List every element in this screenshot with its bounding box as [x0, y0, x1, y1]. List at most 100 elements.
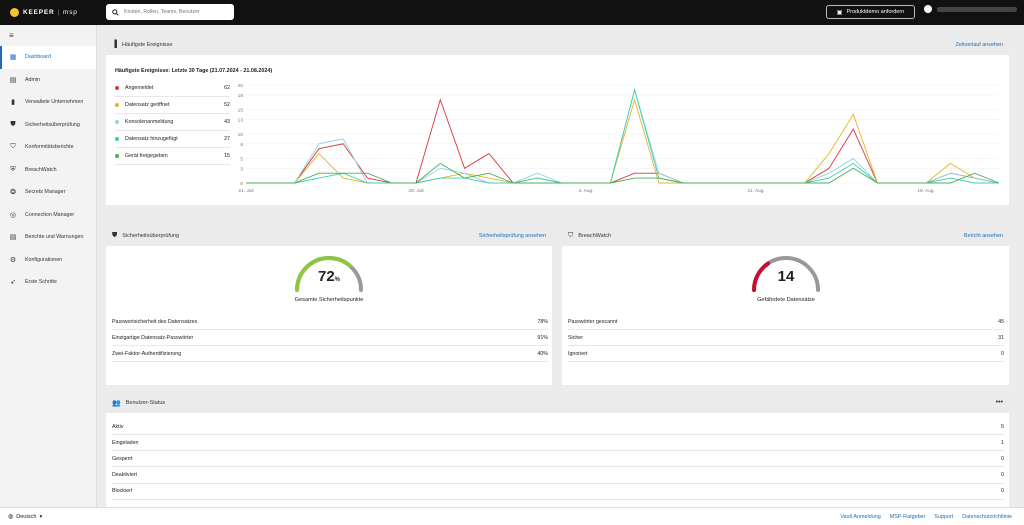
- x-tick-label: 11. Aug.: [747, 188, 764, 194]
- security-score-number: 72: [317, 268, 335, 285]
- sidebar-item-5[interactable]: ⛨ BreachWatch: [0, 159, 96, 182]
- sidebar-item-0[interactable]: ▦ Dashboard: [0, 46, 96, 69]
- keeper-logo-icon: [10, 8, 19, 17]
- stat-value: 0: [1001, 488, 1004, 495]
- user-menu[interactable]: [924, 5, 1017, 13]
- dashboard-icon: ▦: [9, 54, 17, 62]
- user-status-title: Benutzer-Status: [125, 399, 166, 406]
- sidebar-item-3[interactable]: ⛊ Sicherheitsüberprüfung: [0, 114, 96, 137]
- stat-label: Passwortsicherheit des Datensatzes: [112, 318, 198, 325]
- more-options-icon[interactable]: •••: [996, 399, 1003, 406]
- security-audit-card: ⛊ Sicherheitsüberprüfung Sicherheitsprüf…: [106, 225, 552, 385]
- sidebar-item-label: Secrets Manager: [25, 189, 66, 196]
- breachwatch-title: BreachWatch: [578, 232, 612, 239]
- sidebar-item-label: Admin: [25, 76, 41, 83]
- language-selector[interactable]: ◍ Deutsch ▾: [8, 513, 43, 521]
- stat-row: Einzigartige Datensatz-Passwörter 91%: [112, 330, 548, 347]
- stat-value: 31: [998, 334, 1004, 341]
- stat-value: 91%: [537, 334, 548, 341]
- brand-sub: msp: [63, 9, 78, 16]
- stat-row: Zwei-Faktor-Authentifizierung 40%: [112, 346, 548, 363]
- breachwatch-icon: ⛨: [10, 165, 16, 173]
- breachwatch-icon: ⛉: [568, 231, 574, 239]
- x-tick-label: 21. Juli: [238, 188, 253, 194]
- security-audit-header: ⛊ Sicherheitsüberprüfung Sicherheitsprüf…: [106, 225, 552, 246]
- users-icon: 👥: [112, 399, 121, 407]
- stat-value: 78%: [537, 318, 548, 325]
- request-demo-button[interactable]: ▣ Produktdemo anfordern: [826, 5, 915, 19]
- stat-label: Einzigartige Datensatz-Passwörter: [112, 334, 194, 341]
- security-score-unit: %: [334, 277, 341, 283]
- keeper-logo[interactable]: KEEPER | msp: [10, 8, 78, 17]
- sidebar-item-label: Verwaltete Unternehmen: [25, 99, 84, 106]
- stat-label: Deaktiviert: [112, 472, 138, 479]
- shield-icon: ⛊: [10, 120, 16, 128]
- user-email-redacted: [937, 6, 1017, 12]
- sidebar-item-6[interactable]: ❂ Secrets Manager: [0, 181, 96, 204]
- sidebar-item-label: BreachWatch: [25, 166, 57, 173]
- stat-value: 5: [1001, 423, 1004, 430]
- y-tick-label: 20: [238, 83, 244, 89]
- sidebar-item-9[interactable]: ⚙ Konfigurationen: [0, 249, 96, 272]
- stat-row: Sicher 31: [568, 330, 1004, 347]
- request-demo-label: Produktdemo anfordern: [846, 9, 905, 15]
- y-tick-label: 10: [238, 132, 244, 138]
- stat-value: 0: [1001, 350, 1004, 357]
- x-tick-label: 18. Aug.: [917, 188, 935, 194]
- secrets-icon: ❂: [10, 189, 16, 197]
- view-security-audit-link[interactable]: Sicherheitsprüfung ansehen: [479, 233, 546, 239]
- sidebar: ≡ ▦ Dashboard ▤ Admin ▮ Verwaltete Unternehme…: [0, 25, 97, 507]
- stat-value: 45: [998, 318, 1004, 325]
- building-icon: ▮: [11, 99, 15, 107]
- sidebar-item-4[interactable]: ⛉ Konformitätsberichte: [0, 136, 96, 159]
- user-status-card: 👥 Benutzer-Status ••• Aktiv 5 Eingeladen 1 G…: [106, 392, 1009, 507]
- y-tick-label: 5: [240, 157, 243, 163]
- view-breachwatch-report-link[interactable]: Bericht ansehen: [964, 233, 1003, 239]
- language-label: Deutsch: [16, 513, 37, 520]
- footer-link[interactable]: Datenschutzrichtlinie: [962, 514, 1012, 520]
- stat-label: Passwörter gescannt: [568, 318, 618, 325]
- user-status-header: 👥 Benutzer-Status •••: [106, 392, 1009, 413]
- stat-row: Eingeladen 1: [112, 435, 1004, 452]
- sidebar-item-2[interactable]: ▮ Verwaltete Unternehmen: [0, 91, 96, 114]
- stat-row: Gesperrt 0: [112, 451, 1004, 468]
- security-score-value: 72%: [289, 268, 369, 285]
- sidebar-item-10[interactable]: ➶ Erste Schritte: [0, 271, 96, 294]
- top-bar: KEEPER | msp Knoten, Rollen, Teams, Benu…: [0, 0, 1024, 25]
- y-tick-label: 0: [240, 181, 243, 187]
- avatar-icon: [924, 5, 932, 13]
- brand-name: KEEPER: [23, 9, 55, 16]
- stat-label: Blockiert: [112, 488, 133, 495]
- stat-row: Passwörter gescannt 45: [568, 314, 1004, 330]
- at-risk-label: Gefährdete Datensätze: [757, 297, 815, 303]
- stat-row: Aktiv 5: [112, 419, 1004, 435]
- footer: ◍ Deutsch ▾ Vault Anmeldung MSP-Ratgeber S…: [0, 507, 1024, 525]
- x-tick-label: 4. Aug.: [579, 188, 594, 194]
- series-line-3: [246, 88, 999, 184]
- sidebar-item-label: Connection Manager: [25, 211, 75, 218]
- sidebar-item-label: Konfigurationen: [25, 256, 63, 263]
- sidebar-item-8[interactable]: ▤ Berichte und Warnungen: [0, 226, 96, 249]
- chevron-down-icon: ▾: [39, 513, 43, 520]
- search-input[interactable]: Knoten, Rollen, Teams, Benutzer: [106, 4, 234, 20]
- stat-label: Ignoriert: [568, 350, 588, 357]
- series-line-1: [246, 98, 1000, 184]
- footer-links: Vault Anmeldung MSP-Ratgeber Support Datens…: [840, 514, 1012, 520]
- y-tick-label: 3: [240, 166, 243, 172]
- stat-label: Gesperrt: [112, 455, 133, 462]
- gear-icon: ⚙: [9, 256, 17, 264]
- sidebar-item-7[interactable]: ◎ Connection Manager: [0, 204, 96, 227]
- shield-icon: ⛊: [112, 231, 118, 239]
- x-tick-label: 28. Juli: [408, 188, 423, 194]
- menu-toggle-icon[interactable]: ≡: [0, 25, 96, 46]
- y-tick-label: 18: [238, 93, 244, 99]
- footer-link[interactable]: Vault Anmeldung: [840, 514, 880, 520]
- stat-value: 40%: [537, 350, 548, 357]
- footer-link[interactable]: MSP-Ratgeber: [890, 514, 926, 520]
- brand-separator: |: [57, 9, 61, 16]
- stat-value: 1: [1001, 439, 1004, 446]
- sidebar-item-1[interactable]: ▤ Admin: [0, 69, 96, 92]
- footer-link[interactable]: Support: [934, 514, 953, 520]
- search-placeholder: Knoten, Rollen, Teams, Benutzer: [124, 9, 200, 15]
- sidebar-item-label: Dashboard: [25, 54, 51, 61]
